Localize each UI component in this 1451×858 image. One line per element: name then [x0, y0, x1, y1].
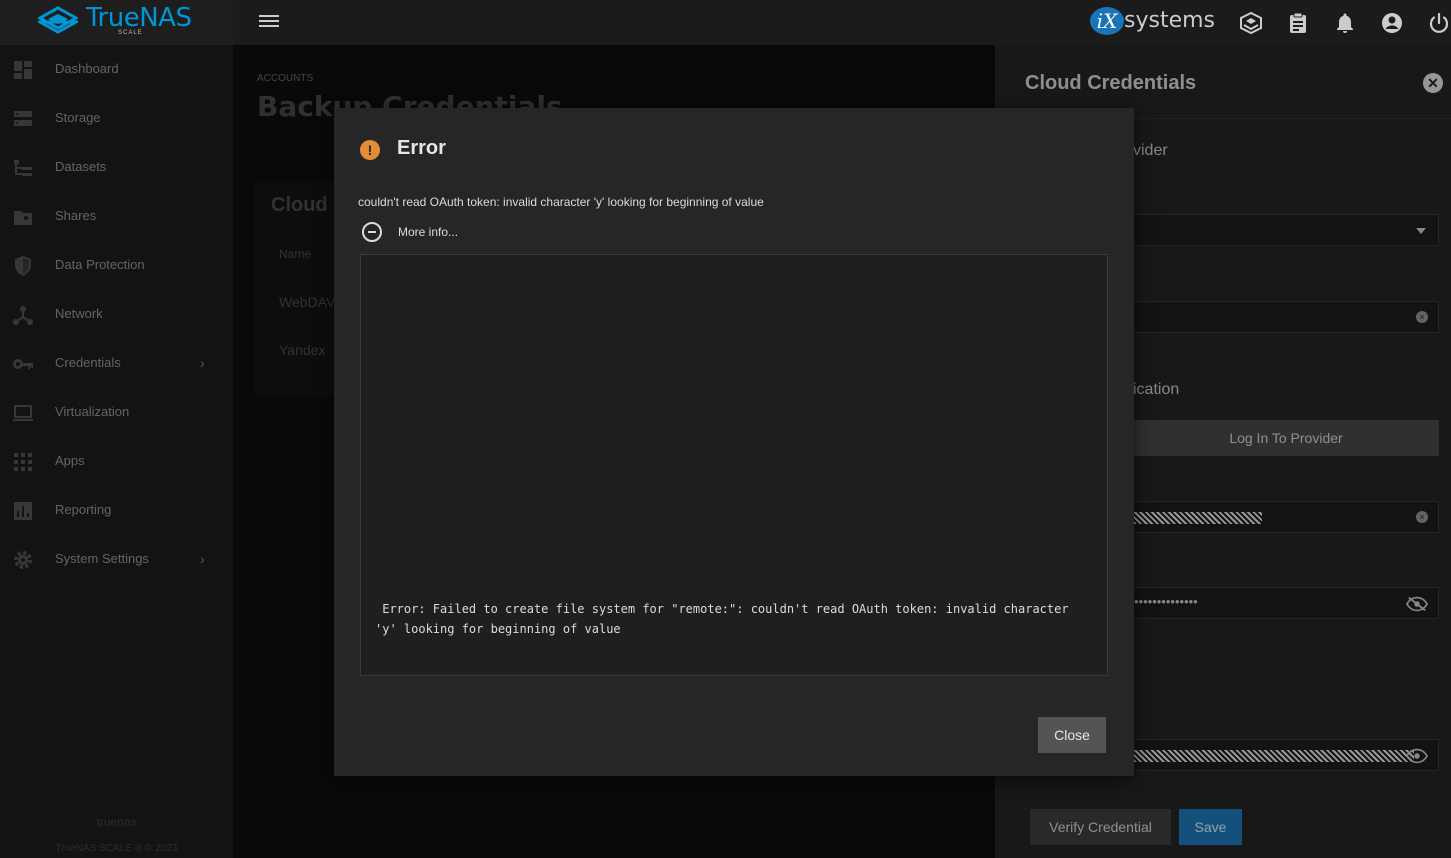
menu-toggle-icon[interactable]	[259, 12, 279, 32]
error-dialog: ! Error couldn't read OAuth token: inval…	[334, 108, 1134, 776]
ix-logo-text: systems	[1124, 8, 1215, 33]
truecommand-icon[interactable]	[1239, 11, 1263, 35]
ix-logo-mark: iX	[1090, 7, 1124, 35]
brand-edition: SCALE	[118, 30, 143, 36]
account-icon[interactable]	[1380, 11, 1404, 35]
error-trace-text: Error: Failed to create file system for …	[375, 602, 1076, 636]
error-trace-box: Error: Failed to create file system for …	[360, 254, 1108, 676]
more-info-label: More info...	[398, 225, 459, 239]
close-button[interactable]: Close	[1038, 717, 1106, 753]
top-bar: TrueNAS SCALE iX systems	[0, 0, 1451, 45]
brand-name: TrueNAS	[86, 3, 192, 33]
brand-logo[interactable]: TrueNAS SCALE	[0, 0, 233, 45]
bell-icon[interactable]	[1333, 11, 1357, 35]
clipboard-icon[interactable]	[1286, 11, 1310, 35]
dialog-title: Error	[397, 137, 446, 159]
truenas-logo-icon	[38, 6, 78, 34]
error-message: couldn't read OAuth token: invalid chara…	[358, 195, 764, 209]
collapse-icon[interactable]	[362, 222, 382, 242]
warning-icon: !	[360, 140, 380, 160]
power-icon[interactable]	[1427, 11, 1451, 35]
